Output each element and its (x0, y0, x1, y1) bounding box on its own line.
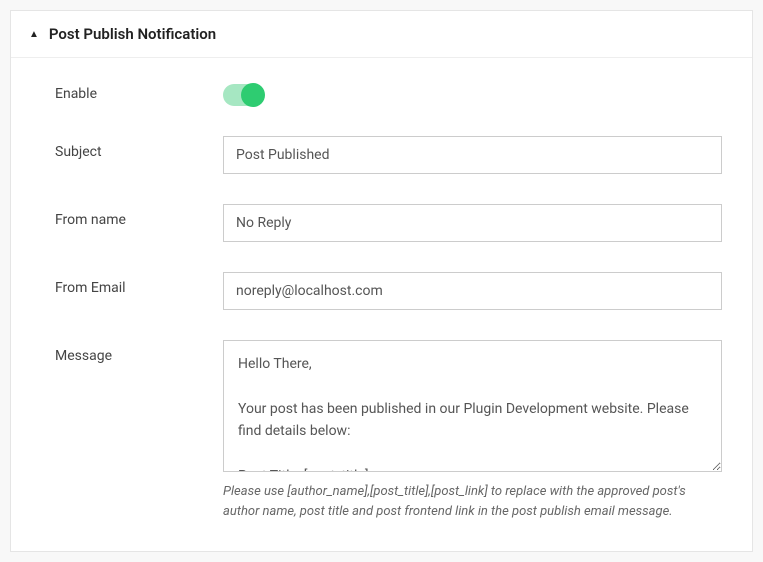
from-email-label: From Email (55, 272, 223, 296)
enable-label: Enable (55, 78, 223, 102)
toggle-knob-icon (241, 83, 265, 107)
panel-body: Enable Subject From name From Email (11, 58, 752, 551)
field-enable: Enable (55, 78, 734, 106)
panel-title: Post Publish Notification (49, 25, 216, 43)
collapse-caret-icon: ▲ (29, 29, 39, 40)
subject-label: Subject (55, 136, 223, 160)
settings-panel: ▲ Post Publish Notification Enable Subje… (10, 10, 753, 552)
message-help-text: Please use [author_name],[post_title],[p… (223, 482, 722, 521)
field-message: Message Please use [author_name],[post_t… (55, 340, 734, 521)
field-from-name: From name (55, 204, 734, 242)
enable-toggle[interactable] (223, 84, 263, 106)
message-label: Message (55, 340, 223, 364)
panel-header[interactable]: ▲ Post Publish Notification (11, 11, 752, 58)
subject-input[interactable] (223, 136, 722, 174)
from-name-label: From name (55, 204, 223, 228)
field-from-email: From Email (55, 272, 734, 310)
message-textarea[interactable] (223, 340, 722, 472)
field-subject: Subject (55, 136, 734, 174)
from-name-input[interactable] (223, 204, 722, 242)
from-email-input[interactable] (223, 272, 722, 310)
